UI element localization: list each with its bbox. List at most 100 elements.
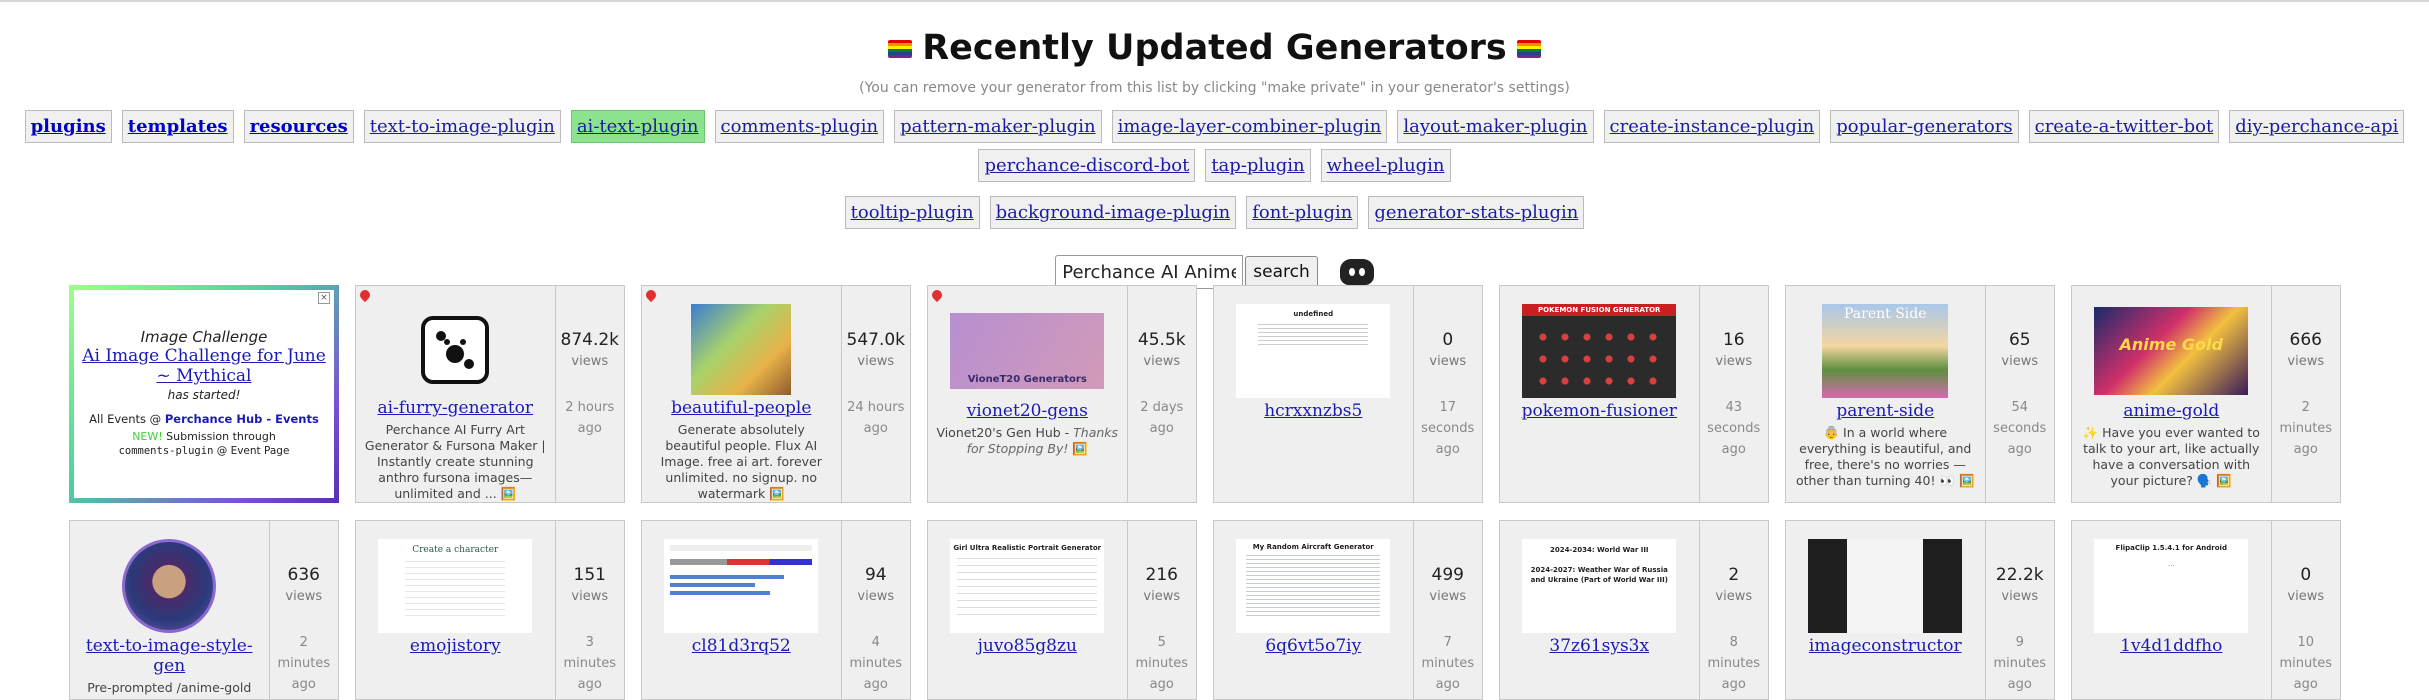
card-stats: 94 views 4 minutes ago [840, 521, 910, 699]
generator-link[interactable]: 37z61sys3x [1549, 636, 1649, 656]
tag-create-a-twitter-bot[interactable]: create-a-twitter-bot [2028, 110, 2220, 143]
generator-link[interactable]: juvo85g8zu [978, 636, 1077, 656]
card-stats: 874.2k views 2 hours ago [554, 286, 624, 502]
card-main: Parent Side parent-side 👵 In a world where… [1786, 286, 1985, 502]
views-label: views [2001, 589, 2039, 604]
generator-link[interactable]: vionet20-gens [967, 401, 1088, 421]
views-label: views [857, 354, 895, 369]
card-main: ai-furry-generator Perchance AI Furry Art… [356, 286, 555, 502]
card-stats: 636 views 2 minutes ago [268, 521, 338, 699]
views-count: 874.2k [560, 330, 620, 350]
generator-card: FlipaClip 1.5.4.1 for Android... 1v4d1ddf… [2071, 520, 2341, 700]
challenge-title: Image Challenge [140, 328, 268, 346]
generator-link[interactable]: 1v4d1ddfho [2120, 636, 2222, 656]
views-count: 45.5k [1137, 330, 1186, 350]
generator-card: 2024-2034: World War III 2024-2027: Weath… [1499, 520, 1769, 700]
generator-description: Pre-prompted /anime-gold [87, 680, 252, 695]
updated-ago: 10 minutes ago [2279, 635, 2333, 692]
generator-thumbnail[interactable]: 2024-2034: World War III 2024-2027: Weath… [1522, 539, 1677, 633]
generator-thumbnail[interactable] [664, 304, 818, 395]
tag-plugins[interactable]: plugins [24, 110, 112, 143]
tag-comments-plugin[interactable]: comments-plugin [714, 110, 885, 143]
generator-link[interactable]: anime-gold [2123, 401, 2219, 421]
tag-ai-text-plugin[interactable]: ai-text-plugin [570, 110, 705, 143]
generator-card: cl81d3rq52 94 views 4 minutes ago [641, 520, 911, 700]
views-label: views [1429, 354, 1467, 369]
updated-ago: 8 minutes ago [1707, 635, 1761, 692]
generator-thumbnail[interactable] [378, 304, 532, 395]
tag-font-plugin[interactable]: font-plugin [1246, 196, 1359, 229]
generator-link[interactable]: hcrxxnzbs5 [1264, 401, 1362, 421]
generator-thumbnail[interactable]: Girl Ultra Realistic Portrait Generator [950, 539, 1105, 633]
views-label: views [1143, 354, 1181, 369]
discord-icon[interactable] [1339, 259, 1374, 285]
search-button[interactable]: search [1245, 256, 1318, 288]
challenge-link[interactable]: Ai Image Challenge for June ~ Mythical [74, 346, 334, 386]
generator-link[interactable]: emojistory [410, 636, 501, 656]
generator-thumbnail[interactable]: My Random Aircraft Generator [1236, 539, 1391, 633]
generator-link[interactable]: text-to-image-style-gen [70, 636, 269, 676]
views-label: views [1143, 589, 1181, 604]
views-label: views [285, 589, 323, 604]
generator-link[interactable]: cl81d3rq52 [692, 636, 791, 656]
tag-create-instance-plugin[interactable]: create-instance-plugin [1603, 110, 1821, 143]
generator-card: Girl Ultra Realistic Portrait Generator j… [927, 520, 1197, 700]
tag-perchance-discord-bot[interactable]: perchance-discord-bot [978, 149, 1196, 182]
generator-link[interactable]: imageconstructor [1809, 636, 1962, 656]
tag-generator-stats-plugin[interactable]: generator-stats-plugin [1368, 196, 1585, 229]
generator-link[interactable]: pokemon-fusioner [1522, 401, 1677, 421]
tag-row-1: plugins templates resources text-to-image-p… [0, 110, 2429, 188]
challenge-events: All Events @ Perchance Hub - Events [89, 412, 319, 426]
generator-thumbnail[interactable]: Create a character [378, 539, 533, 633]
updated-ago: 7 minutes ago [1421, 635, 1475, 692]
generator-thumbnail[interactable] [664, 539, 819, 633]
generator-grid: × Image Challenge Ai Image Challenge for… [69, 285, 2341, 700]
views-label: views [2287, 589, 2325, 604]
updated-ago: 2 days ago [1140, 400, 1184, 436]
tag-layout-maker-plugin[interactable]: layout-maker-plugin [1397, 110, 1594, 143]
updated-ago: 54 seconds ago [1993, 400, 2047, 457]
generator-thumbnail[interactable]: VioneT20 Generators [950, 304, 1105, 398]
tag-resources[interactable]: resources [243, 110, 354, 143]
views-label: views [1715, 589, 1753, 604]
card-stats: 2 views 8 minutes ago [1698, 521, 1768, 699]
card-stats: 666 views 2 minutes ago [2270, 286, 2340, 502]
generator-link[interactable]: parent-side [1836, 401, 1934, 421]
generator-description: ✨ Have you ever wanted to talk to your a… [2082, 425, 2260, 488]
generator-thumbnail[interactable]: undefined [1236, 304, 1391, 398]
generator-thumbnail[interactable] [92, 539, 246, 633]
close-icon[interactable]: × [318, 292, 330, 304]
generator-link[interactable]: 6q6vt5o7iy [1265, 636, 1361, 656]
views-count: 16 [1722, 330, 1745, 350]
tag-templates[interactable]: templates [121, 110, 234, 143]
events-link[interactable]: Perchance Hub - Events [165, 412, 319, 426]
card-stats: 547.0k views 24 hours ago [840, 286, 910, 502]
generator-description: Perchance AI Furry Art Generator & Furso… [364, 422, 546, 501]
generator-thumbnail[interactable]: FlipaClip 1.5.4.1 for Android... [2094, 539, 2249, 633]
updated-ago: 3 minutes ago [563, 635, 617, 692]
card-main: Girl Ultra Realistic Portrait Generator j… [928, 521, 1127, 699]
tag-diy-perchance-api[interactable]: diy-perchance-api [2229, 110, 2405, 143]
tag-wheel-plugin[interactable]: wheel-plugin [1320, 149, 1451, 182]
generator-thumbnail[interactable]: Parent Side [1808, 304, 1962, 398]
tag-tap-plugin[interactable]: tap-plugin [1205, 149, 1311, 182]
tag-text-to-image-plugin[interactable]: text-to-image-plugin [363, 110, 561, 143]
generator-link[interactable]: beautiful-people [671, 398, 811, 418]
views-count: 216 [1145, 565, 1178, 585]
generator-link[interactable]: ai-furry-generator [377, 398, 533, 418]
search-input[interactable] [1055, 255, 1244, 289]
updated-ago: 5 minutes ago [1135, 635, 1189, 692]
tag-background-image-plugin[interactable]: background-image-plugin [989, 196, 1237, 229]
views-count: 0 [1442, 330, 1454, 350]
views-label: views [1715, 354, 1753, 369]
updated-ago: 24 hours ago [847, 400, 905, 436]
tag-popular-generators[interactable]: popular-generators [1830, 110, 2019, 143]
tag-pattern-maker-plugin[interactable]: pattern-maker-plugin [894, 110, 1102, 143]
card-stats: 45.5k views 2 days ago [1126, 286, 1196, 502]
tag-tooltip-plugin[interactable]: tooltip-plugin [844, 196, 980, 229]
tag-image-layer-combiner-plugin[interactable]: image-layer-combiner-plugin [1111, 110, 1388, 143]
card-main: undefined hcrxxnzbs5 [1214, 286, 1413, 502]
generator-thumbnail[interactable]: POKEMON FUSION GENERATOR [1522, 304, 1677, 398]
generator-thumbnail[interactable]: Anime Gold [2094, 304, 2249, 398]
generator-thumbnail[interactable] [1808, 539, 1963, 633]
